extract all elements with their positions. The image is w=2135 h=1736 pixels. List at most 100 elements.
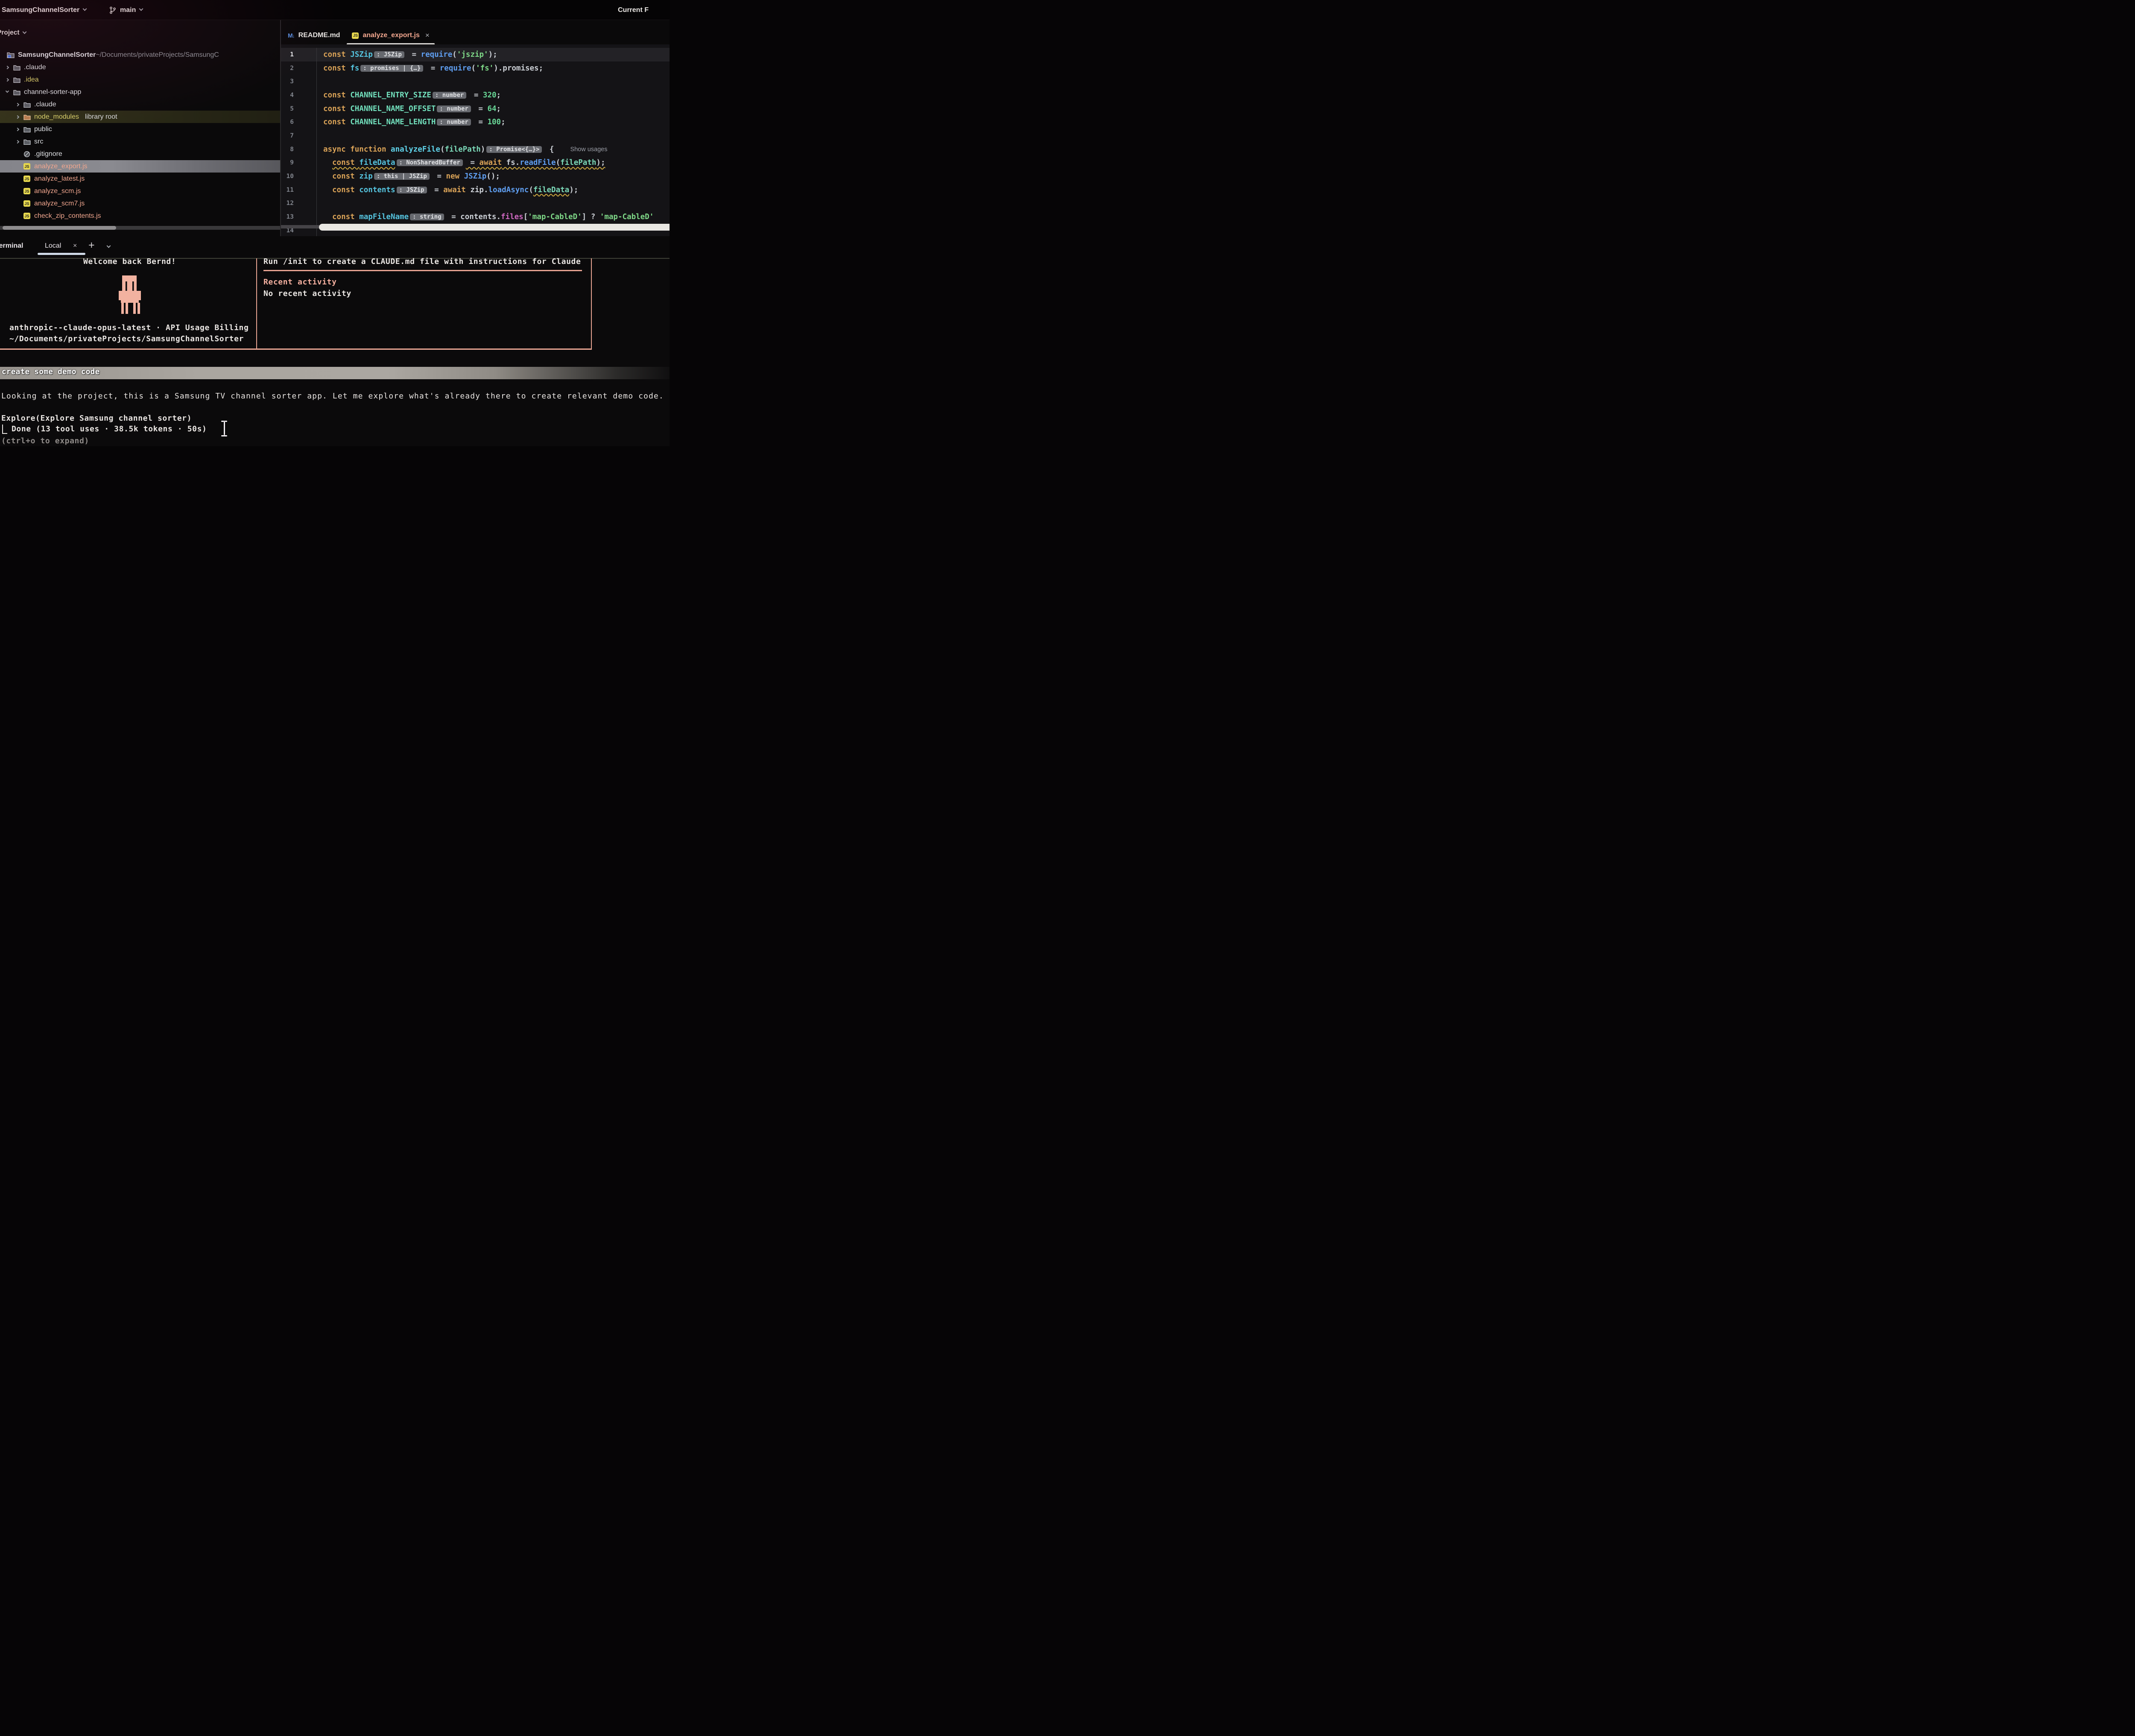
tree-item-samsungchannelsorter[interactable]: SamsungChannelSorter ~/Documents/private…	[0, 49, 280, 61]
line-number: 3	[281, 78, 294, 85]
branch-widget[interactable]: main	[109, 0, 143, 20]
project-panel-title: Project	[0, 29, 20, 37]
code-token: =	[407, 50, 421, 59]
code-token: =	[426, 64, 440, 73]
folder-icon	[23, 101, 31, 108]
terminal-tab-close-icon[interactable]: ×	[73, 242, 77, 250]
ibeam-cursor	[221, 421, 227, 436]
tree-item--gitignore[interactable]: .gitignore	[0, 148, 280, 160]
terminal-options-chevron-icon[interactable]	[107, 244, 111, 248]
tree-item-analyze-latest-js[interactable]: JS analyze_latest.js	[0, 173, 280, 185]
close-icon[interactable]: ×	[425, 31, 430, 40]
folder-icon	[23, 126, 31, 133]
code-token: const	[323, 64, 350, 73]
claude-cwd: ~/Documents/privateProjects/SamsungChann…	[9, 334, 244, 343]
code-token: filePath	[445, 145, 481, 154]
code-token: {	[545, 145, 554, 154]
tree-item-label: .gitignore	[34, 150, 62, 158]
code-token: readFile	[520, 158, 556, 167]
tree-item-label: channel-sorter-app	[24, 88, 81, 96]
chevron-down-icon	[139, 7, 143, 11]
tree-item-check-zip-contents-js[interactable]: JScheck_zip_contents.js	[0, 210, 280, 222]
claude-logo	[114, 275, 145, 318]
tree-item-label: SamsungChannelSorter	[18, 51, 96, 59]
code-token: JSZip	[350, 50, 373, 59]
code-line-12: 12	[281, 197, 670, 211]
tree-item-label: analyze_latest.js	[34, 175, 85, 183]
code-line-5: 5const CHANNEL_NAME_OFFSET: number = 64;	[281, 102, 670, 116]
tree-item-analyze-scm7-js[interactable]: JSanalyze_scm7.js	[0, 197, 280, 210]
code-token: [	[524, 213, 528, 221]
code-line-6: 6const CHANNEL_NAME_LENGTH: number = 100…	[281, 115, 670, 129]
tool-result-text: Done (13 tool uses · 38.5k tokens · 50s)	[12, 424, 207, 433]
tree-item-analyze-export-js[interactable]: JSanalyze_export.js	[0, 160, 280, 173]
folder-icon	[13, 64, 20, 71]
code-token: =	[474, 105, 488, 113]
chevron-right-icon[interactable]	[16, 115, 19, 118]
code-token: 320	[483, 91, 497, 100]
tree-item-channel-sorter-app[interactable]: channel-sorter-app	[0, 86, 280, 98]
chevron-right-icon[interactable]	[16, 140, 19, 143]
tree-item--claude[interactable]: .claude	[0, 98, 280, 111]
code-token: 'fs'	[476, 64, 494, 73]
code-token: const	[332, 172, 359, 181]
tip-underline	[263, 270, 582, 271]
welcome-box-divider	[256, 258, 257, 349]
code-token: =	[430, 186, 444, 194]
editor-tab-analyze-export-js[interactable]: JSanalyze_export.js×	[346, 26, 435, 44]
js-file-icon: JS	[23, 176, 30, 182]
line-number: 6	[281, 119, 294, 126]
tree-item-src[interactable]: src	[0, 135, 280, 148]
chevron-right-icon[interactable]	[16, 127, 19, 131]
code-token: );	[596, 158, 605, 167]
tree-item--idea[interactable]: .idea	[0, 73, 280, 86]
code-editor[interactable]: 1const JSZip: JSZip = require('jszip');2…	[281, 44, 670, 236]
type-hint-chip: : JSZip	[397, 187, 427, 193]
code-token: zip.	[466, 186, 488, 194]
project-switcher[interactable]: SamsungChannelSorter	[2, 0, 86, 20]
code-token: analyzeFile	[391, 145, 440, 154]
new-terminal-button[interactable]: +	[88, 239, 95, 252]
js-file-icon: JS	[23, 163, 30, 170]
line-number: 9	[281, 159, 294, 166]
code-token: loadAsync	[488, 186, 529, 194]
code-token: const	[323, 91, 350, 100]
terminal-panel-title[interactable]: Terminal	[0, 242, 23, 250]
project-hscrollbar-thumb[interactable]	[3, 226, 116, 230]
library-folder-icon	[23, 114, 31, 120]
run-configuration-label: Current F	[618, 6, 649, 14]
code-token: ;	[501, 118, 506, 126]
project-tool-window-header[interactable]: Project	[0, 29, 26, 37]
run-configuration[interactable]: Current F	[618, 0, 649, 20]
tree-item-node-modules[interactable]: node_moduleslibrary root	[0, 111, 280, 123]
code-token: contents	[359, 186, 395, 194]
tree-item-analyze-scm-js[interactable]: JSanalyze_scm.js	[0, 185, 280, 197]
line-number: 5	[281, 105, 294, 112]
code-token: =	[474, 118, 488, 126]
editor-hscrollbar-thumb[interactable]	[319, 224, 670, 231]
type-hint-chip: : number	[433, 92, 466, 99]
terminal-content[interactable]: Welcome back Bernd! Run /init to create …	[0, 257, 670, 446]
user-prompt-text: create some demo code	[2, 368, 100, 376]
code-line-10: 10const zip: this | JSZip = new JSZip();	[281, 170, 670, 183]
code-line-13: 13const mapFileName: string = contents.f…	[281, 210, 670, 224]
tree-item--claude[interactable]: .claude	[0, 61, 280, 73]
tree-item-public[interactable]: public	[0, 123, 280, 135]
chevron-right-icon[interactable]	[6, 78, 9, 81]
code-line-8: 8async function analyzeFile(filePath): P…	[281, 143, 670, 156]
code-token: (	[452, 50, 457, 59]
ide-window: SamsungChannelSorter main Current F Proj…	[0, 0, 670, 446]
editor-tab-readme-md[interactable]: M↓README.md	[282, 26, 346, 44]
type-hint-chip: : JSZip	[374, 51, 404, 58]
line-number: 11	[281, 187, 294, 193]
main-toolbar: SamsungChannelSorter main Current F	[0, 0, 670, 20]
code-token: =	[466, 158, 480, 167]
chevron-right-icon[interactable]	[16, 102, 19, 106]
chevron-right-icon[interactable]	[6, 65, 9, 69]
terminal-tab-local[interactable]: Local	[45, 242, 61, 250]
code-token: =	[469, 91, 483, 100]
tree-item-suffix: library root	[85, 113, 117, 121]
code-token: 'jszip'	[457, 50, 488, 59]
code-content: 1const JSZip: JSZip = require('jszip');2…	[281, 48, 670, 236]
chevron-down-icon[interactable]	[6, 89, 9, 92]
